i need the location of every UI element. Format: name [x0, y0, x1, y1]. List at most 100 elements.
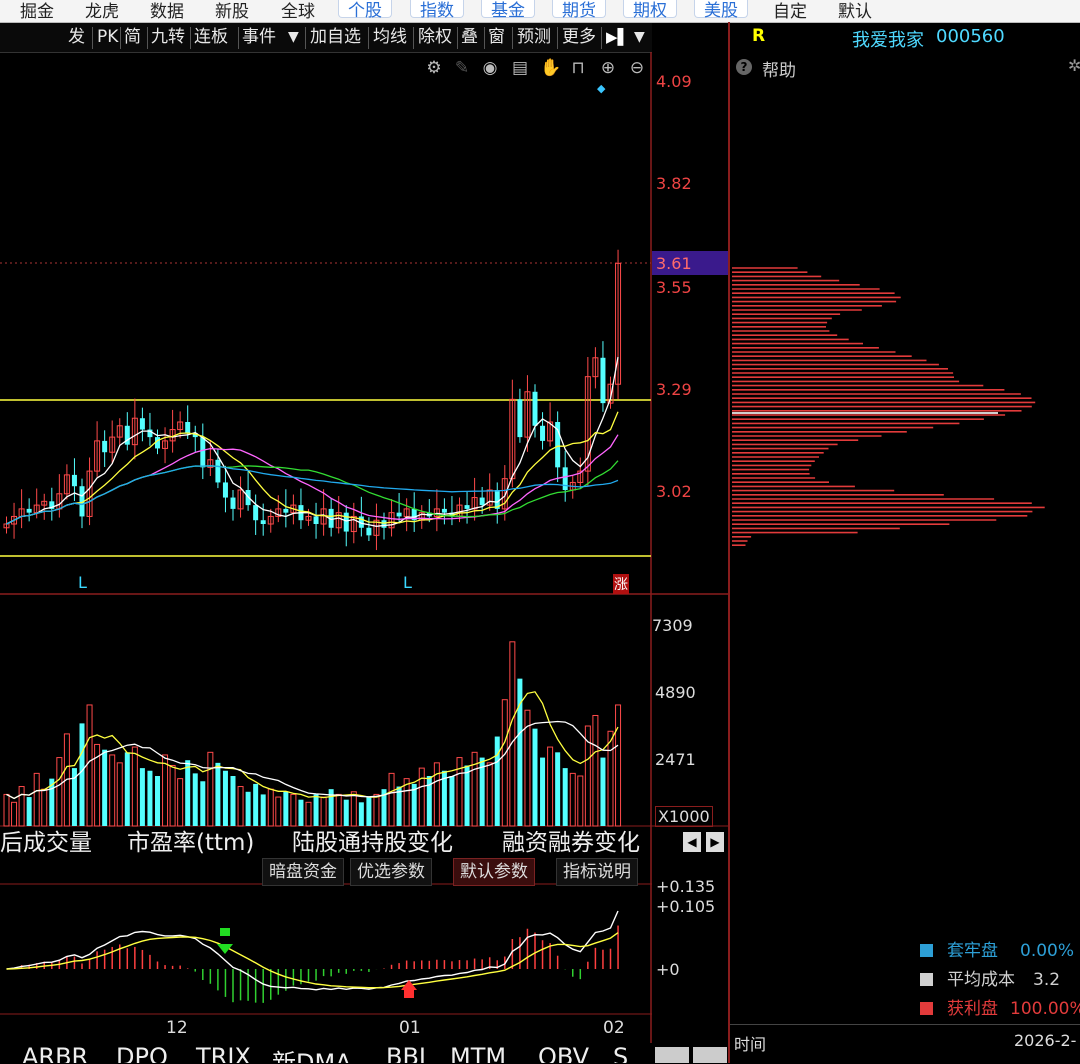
candle-body [139, 418, 145, 430]
tab-after-hours-volume[interactable]: 后成交量 [0, 828, 92, 858]
candle-body [222, 482, 228, 498]
volume-bar [192, 773, 198, 826]
volume-bar [320, 796, 327, 827]
tab-obv[interactable]: OBV [538, 1043, 589, 1063]
volume-bar [200, 781, 206, 826]
volume-tick-3: 2471 [655, 750, 696, 769]
volume-bar [494, 736, 500, 826]
date-tick-feb: 02 [603, 1018, 625, 1038]
legend-trapped-swatch [920, 944, 933, 957]
tab-s[interactable]: S [613, 1043, 628, 1063]
volume-bar [532, 728, 538, 826]
candle-body [313, 516, 319, 524]
default-params-button[interactable]: 默认参数 [453, 858, 535, 886]
price-tick-1: 4.09 [656, 72, 692, 91]
volume-bar [109, 754, 116, 827]
candle-body [71, 474, 77, 487]
price-tick-4: 3.29 [656, 380, 692, 399]
volume-bar [275, 796, 282, 827]
macd-dea-line [6, 932, 619, 989]
volume-bar [79, 723, 85, 826]
volume-bar [607, 730, 614, 827]
volume-bar [185, 760, 191, 826]
volume-bar [3, 793, 10, 827]
volume-bar [169, 764, 176, 827]
legend-trapped-label: 套牢盘 [947, 941, 998, 961]
chip-distribution-layer [732, 267, 1045, 547]
volume-bar [615, 704, 622, 827]
tab-northbound-holdings[interactable]: 陆股通持股变化 [292, 828, 453, 858]
ma5-line [6, 356, 619, 527]
bottom-indicator-tabs: ARBR DPO TRIX 新DMA BBI MTM OBV S [0, 1043, 652, 1063]
tab-new-dma[interactable]: 新DMA [272, 1043, 352, 1063]
tab-scroll-right-icon[interactable]: ▶ [706, 832, 724, 852]
tab-margin-trading[interactable]: 融资融券变化 [502, 828, 640, 858]
volume-bar [139, 768, 145, 826]
volume-bar [177, 778, 184, 827]
candle-body [26, 508, 32, 513]
volume-bar [600, 757, 606, 826]
volume-bar [486, 762, 493, 827]
volume-tick-2: 4890 [655, 683, 696, 702]
candle-body [215, 459, 221, 483]
volume-bar [577, 775, 584, 827]
volume-bar [569, 772, 576, 827]
macd-tick-1: +0.135 [656, 877, 716, 896]
volume-bar [260, 794, 266, 826]
legend-trapped: 套牢盘 0.00% [920, 936, 1074, 961]
volume-bar [26, 797, 32, 826]
volume-bar [540, 757, 546, 826]
tab-scroll-left-icon[interactable]: ◀ [683, 832, 701, 852]
candle-body [517, 399, 523, 438]
tab-arbr[interactable]: ARBR [22, 1043, 88, 1063]
volume-bar [245, 791, 251, 826]
time-label: 时间 [734, 1035, 767, 1054]
tab-dpo[interactable]: DPO [116, 1043, 168, 1063]
volume-bar [86, 704, 93, 827]
candle-body [260, 520, 266, 524]
legend-profit-swatch [920, 1002, 933, 1015]
candle-body [366, 527, 372, 536]
tab-bbi[interactable]: BBI [386, 1043, 426, 1063]
bottom-scroll-right-icon[interactable] [693, 1047, 727, 1063]
volume-unit: X1000 [655, 806, 713, 827]
candle-body [381, 520, 387, 528]
tab-mtm[interactable]: MTM [450, 1043, 506, 1063]
volume-bar [562, 768, 568, 826]
volume-bar [33, 772, 40, 827]
chip-footer: 时间 2026-2- [730, 1024, 1080, 1064]
volume-bar [464, 765, 470, 826]
candle-body [479, 497, 485, 506]
legend-avg-cost-value: 3.2 [1033, 970, 1061, 990]
volume-bar [313, 794, 319, 826]
volume-bar [18, 786, 25, 827]
optimized-params-button[interactable]: 优选参数 [350, 858, 432, 886]
dark-pool-funds-button[interactable]: 暗盘资金 [262, 858, 344, 886]
candle-body [283, 508, 289, 513]
candle-body [102, 440, 108, 453]
low-marker-1: L [78, 573, 87, 592]
volume-tick-1: 7309 [652, 616, 693, 635]
volume-bar [116, 762, 123, 827]
low-marker-2: L [403, 573, 412, 592]
candle-body [253, 505, 259, 521]
candle-body [396, 512, 402, 517]
volume-bar [155, 776, 160, 826]
volume-bar [555, 752, 561, 826]
indicator-info-button[interactable]: 指标说明 [556, 858, 638, 886]
volume-bar [290, 793, 297, 827]
bottom-scroll-left-icon[interactable] [655, 1047, 689, 1063]
tab-trix[interactable]: TRIX [196, 1043, 251, 1063]
volume-bar [366, 797, 372, 826]
legend-profit-value: 100.00% [1010, 999, 1080, 1019]
price-tick-2: 3.82 [656, 174, 692, 193]
tab-pe-ttm[interactable]: 市盈率(ttm) [127, 828, 254, 858]
volume-ma5-line [6, 691, 619, 800]
candle-body [464, 505, 470, 509]
volume-bar [433, 762, 440, 827]
legend-trapped-value: 0.00% [1020, 941, 1075, 961]
volume-bar [207, 751, 214, 827]
date-tick-dec: 12 [166, 1018, 188, 1038]
candle-body [540, 425, 546, 441]
candle-body [441, 508, 447, 513]
